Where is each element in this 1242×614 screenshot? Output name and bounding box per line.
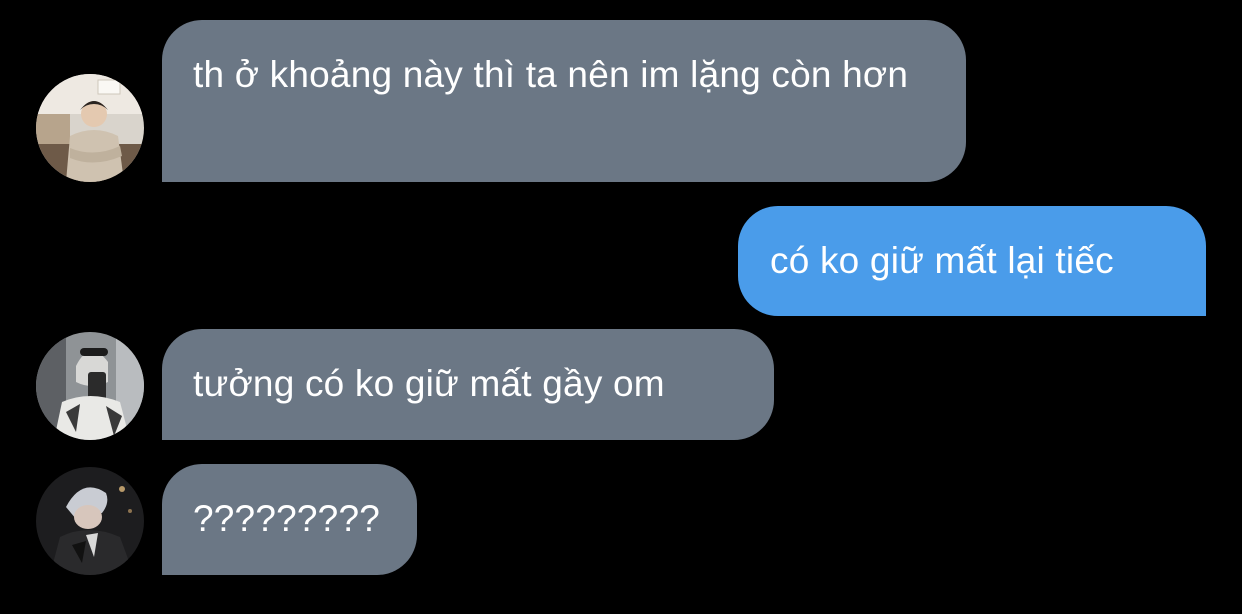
message-bubble-outgoing[interactable]: có ko giữ mất lại tiếc xyxy=(738,206,1206,316)
message-text: th ở khoảng này thì ta nên im lặng còn h… xyxy=(193,54,909,95)
message-text: ????????? xyxy=(193,498,380,539)
avatar-photo xyxy=(36,467,144,575)
avatar[interactable] xyxy=(36,332,144,440)
message-bubble-incoming[interactable]: ????????? xyxy=(162,464,417,575)
message-text: tưởng có ko giữ mất gầy om xyxy=(193,363,665,404)
avatar-photo xyxy=(36,74,144,182)
message-text: có ko giữ mất lại tiếc xyxy=(770,240,1114,281)
avatar[interactable] xyxy=(36,467,144,575)
avatar[interactable] xyxy=(36,74,144,182)
message-bubble-incoming[interactable]: tưởng có ko giữ mất gầy om xyxy=(162,329,774,440)
avatar-photo xyxy=(36,332,144,440)
message-bubble-incoming[interactable]: th ở khoảng này thì ta nên im lặng còn h… xyxy=(162,20,966,182)
